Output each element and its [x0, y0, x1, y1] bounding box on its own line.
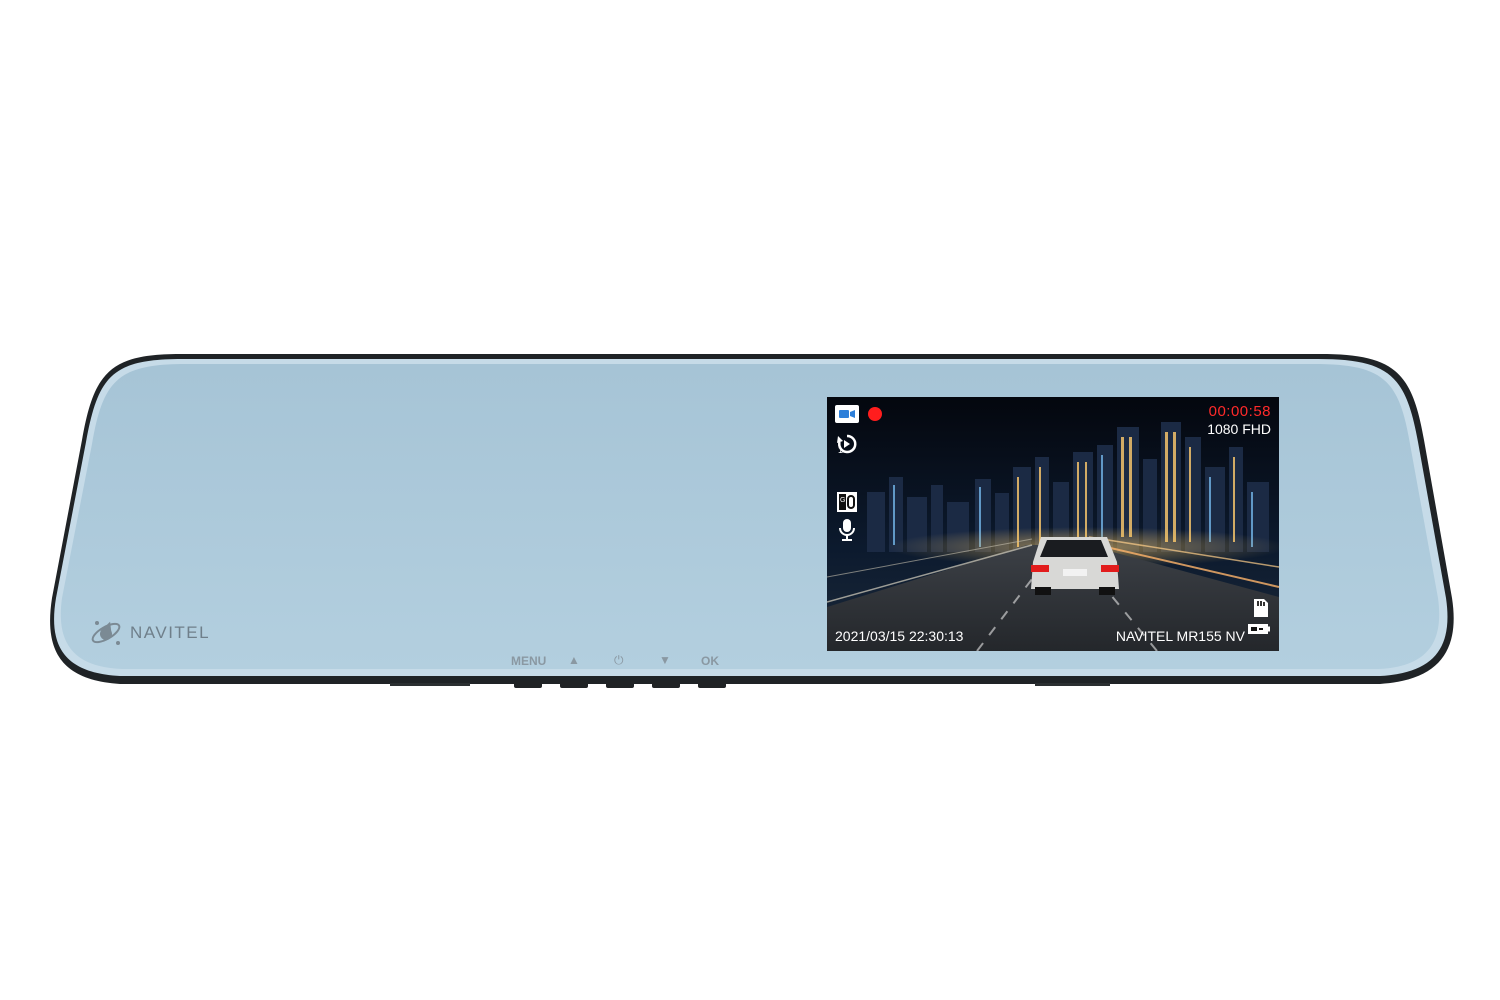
menu-button[interactable]: [514, 681, 542, 688]
loop-recording-icon: 1: [836, 433, 858, 462]
navitel-logo-icon: [91, 621, 121, 645]
g-sensor-icon: G: [836, 491, 858, 518]
svg-text:G: G: [840, 497, 845, 504]
microphone-icon: [838, 518, 856, 547]
recording-time: 00:00:58: [1208, 403, 1271, 420]
brand-name: NAVITEL: [130, 623, 211, 642]
ok-label: OK: [701, 654, 719, 668]
down-label-icon: ▼: [659, 653, 671, 667]
ok-button[interactable]: [698, 681, 726, 688]
brand: NAVITEL: [88, 615, 210, 651]
video-resolution: 1080 FHD: [1207, 421, 1271, 437]
down-button[interactable]: [652, 681, 680, 688]
battery-icon: [1247, 622, 1271, 640]
car: [1031, 537, 1119, 595]
menu-label: MENU: [511, 654, 547, 668]
sd-card-icon: [1253, 598, 1269, 623]
up-button[interactable]: [560, 681, 588, 688]
video-mode-icon: [835, 405, 859, 423]
model-name: NAVITEL MR155 NV: [1115, 628, 1245, 644]
power-label-icon: ⏻: [614, 653, 624, 667]
date-time: 2021/03/15 22:30:13: [835, 628, 964, 644]
power-button[interactable]: [606, 681, 634, 688]
camera-screen: 1 G 00:00:58 1080 FHD 2021/03/15 22:30:1…: [827, 397, 1279, 651]
dash-cam-mirror: NAVITEL 1 G 00:00:58 1080 FHD 2021/03/15…: [0, 0, 1500, 1000]
up-label-icon: ▲: [568, 653, 580, 667]
recording-dot-icon: [868, 407, 882, 421]
loop-label: 1: [838, 445, 844, 455]
